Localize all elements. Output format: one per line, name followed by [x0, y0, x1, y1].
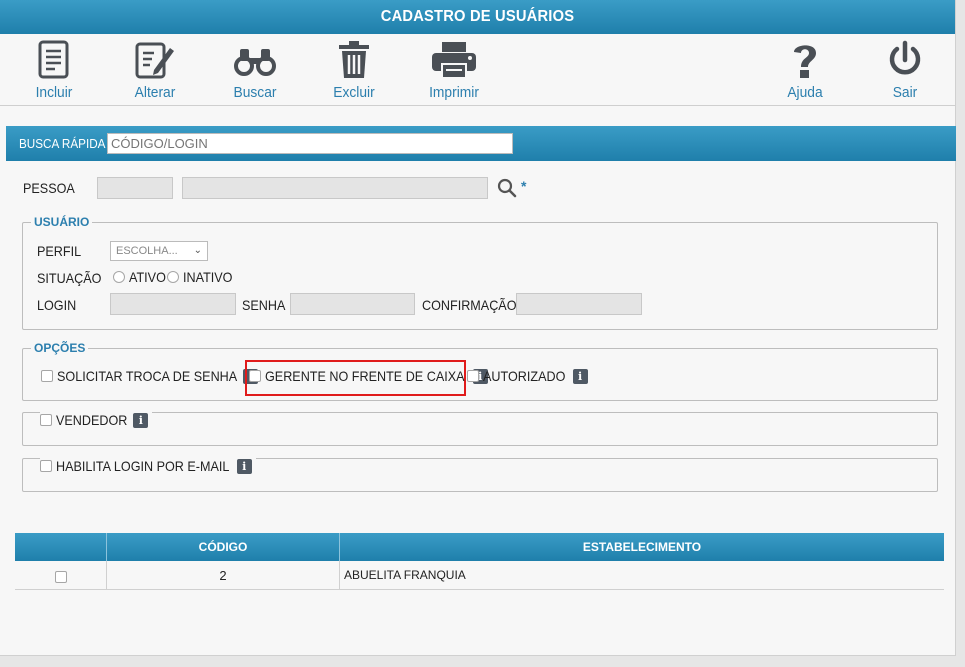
new-document-icon [38, 40, 69, 79]
ajuda-label: Ajuda [787, 84, 823, 101]
perfil-label: PERFIL [37, 243, 82, 259]
ativo-label: ATIVO [129, 269, 166, 285]
vendedor-label: VENDEDOR [56, 412, 128, 428]
quick-search-bar: BUSCA RÁPIDA [6, 126, 956, 161]
buscar-button[interactable]: Buscar [210, 38, 300, 101]
search-icon[interactable] [497, 178, 517, 198]
gerente-option[interactable]: GERENTE NO FRENTE DE CAIXA i [249, 368, 488, 384]
autorizado-checkbox[interactable] [467, 370, 479, 382]
senha-label: SENHA [242, 297, 286, 313]
table-cell-codigo: 2 [107, 561, 340, 589]
required-marker: * [521, 178, 527, 194]
opcoes-legend: OPÇÕES [34, 341, 86, 355]
solicitar-troca-checkbox[interactable] [41, 370, 53, 382]
inativo-label: INATIVO [183, 269, 233, 285]
autorizado-option[interactable]: AUTORIZADO i [467, 368, 588, 384]
situacao-label: SITUAÇÃO [37, 270, 102, 286]
estabelecimento-table: CÓDIGO ESTABELECIMENTO 2 ABUELITA FRANQU… [15, 533, 944, 590]
title-bar: CADASTRO DE USUÁRIOS [0, 0, 955, 34]
excluir-button[interactable]: Excluir [309, 38, 399, 101]
table-row-select-cell [15, 561, 107, 589]
alterar-button[interactable]: Alterar [110, 38, 200, 101]
habilita-login-option[interactable]: HABILITA LOGIN POR E-MAIL i [40, 458, 256, 474]
habilita-login-checkbox[interactable] [40, 460, 52, 472]
printer-icon [432, 42, 476, 79]
incluir-label: Incluir [35, 84, 73, 101]
sair-button[interactable]: Sair [860, 38, 950, 101]
incluir-button[interactable]: Incluir [9, 38, 99, 101]
trash-icon [339, 41, 369, 78]
info-icon[interactable]: i [133, 412, 149, 428]
quick-search-label: BUSCA RÁPIDA [19, 136, 106, 151]
pessoa-label: PESSOA [23, 180, 75, 196]
inativo-radio-option[interactable]: INATIVO [167, 269, 238, 285]
quick-search-input[interactable] [107, 133, 513, 154]
pessoa-code-field[interactable] [97, 177, 173, 199]
edit-document-icon [135, 42, 174, 79]
window-title: CADASTRO DE USUÁRIOS [38, 0, 917, 34]
confirmacao-field[interactable] [516, 293, 642, 315]
power-icon [889, 40, 921, 75]
autorizado-label: AUTORIZADO [483, 368, 566, 384]
table-row-checkbox[interactable] [54, 570, 67, 583]
sair-label: Sair [892, 84, 918, 101]
vendedor-option[interactable]: VENDEDOR i [40, 412, 153, 428]
alterar-label: Alterar [134, 84, 176, 101]
perfil-select-value: ESCOLHA... [116, 245, 178, 257]
cadastro-usuarios-window: CADASTRO DE USUÁRIOS Incluir Alterar Bus… [0, 0, 956, 656]
imprimir-label: Imprimir [429, 84, 479, 101]
inativo-radio[interactable] [167, 271, 179, 283]
info-icon[interactable]: i [236, 458, 252, 474]
gerente-label: GERENTE NO FRENTE DE CAIXA [265, 368, 465, 384]
info-icon[interactable]: i [572, 368, 588, 384]
buscar-label: Buscar [233, 84, 277, 101]
perfil-select[interactable]: ESCOLHA... ⌄ [110, 241, 208, 261]
ativo-radio-option[interactable]: ATIVO [113, 269, 170, 285]
help-icon [794, 45, 816, 78]
vendedor-checkbox[interactable] [40, 414, 52, 426]
senha-field[interactable] [290, 293, 415, 315]
pessoa-name-field[interactable] [182, 177, 488, 199]
usuario-legend: USUÁRIO [34, 215, 90, 229]
table-row[interactable]: 2 ABUELITA FRANQUIA [15, 561, 944, 590]
ativo-radio[interactable] [113, 271, 125, 283]
table-header-select [15, 533, 107, 561]
table-header: CÓDIGO ESTABELECIMENTO [15, 533, 944, 561]
table-cell-estabelecimento: ABUELITA FRANQUIA [344, 568, 466, 582]
imprimir-button[interactable]: Imprimir [409, 38, 499, 101]
solicitar-troca-label: SOLICITAR TROCA DE SENHA [57, 368, 238, 384]
table-header-codigo[interactable]: CÓDIGO [107, 533, 340, 561]
toolbar: Incluir Alterar Buscar Excluir Imprimir … [0, 34, 955, 106]
gerente-checkbox[interactable] [249, 370, 261, 382]
chevron-down-icon: ⌄ [193, 245, 202, 256]
confirmacao-label: CONFIRMAÇÃO [422, 297, 517, 313]
login-label: LOGIN [37, 297, 77, 313]
solicitar-troca-option[interactable]: SOLICITAR TROCA DE SENHA i [41, 368, 259, 384]
binoculars-icon [234, 49, 276, 76]
table-header-estabelecimento[interactable]: ESTABELECIMENTO [340, 533, 944, 561]
login-field[interactable] [110, 293, 236, 315]
vendedor-fieldset [22, 412, 938, 446]
ajuda-button[interactable]: Ajuda [760, 38, 850, 101]
habilita-login-label: HABILITA LOGIN POR E-MAIL [56, 458, 230, 474]
excluir-label: Excluir [333, 84, 375, 101]
